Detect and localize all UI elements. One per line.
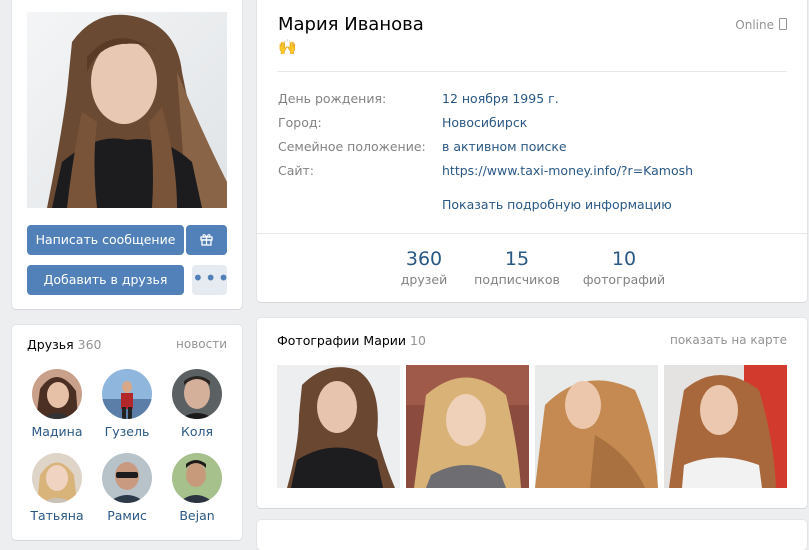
info-value[interactable]: 12 ноября 1995 г. [442,91,559,106]
friend-item[interactable]: Bejan [167,453,227,523]
mobile-icon [779,18,787,30]
divider [277,71,787,72]
counter-label: друзей [400,272,448,287]
photo-thumbnail[interactable] [277,365,400,488]
photo-thumbnail[interactable] [664,365,787,488]
online-status: Online [735,18,787,32]
friend-name[interactable]: Рамис [97,508,157,523]
counter-photos[interactable]: 10 фотографий [579,248,669,287]
friend-name[interactable]: Гузель [97,424,157,439]
show-on-map-link[interactable]: показать на карте [670,333,787,347]
photos-title: Фотографии Марии [277,333,407,348]
counter-friends[interactable]: 360 друзей [379,248,469,287]
profile-name: Мария Иванова [278,14,424,35]
info-label: Сайт: [278,163,315,178]
counter-value: 360 [405,248,443,270]
friend-avatar[interactable] [32,369,82,419]
friend-name[interactable]: Bejan [167,508,227,523]
add-friend-button[interactable]: Добавить в друзья [27,265,184,295]
photos-card: Фотографии Марии 10 показать на карте [257,318,807,508]
friend-name[interactable]: Мадина [27,424,87,439]
friends-card: Друзья 360 новости Мадина Гузель Коля Тат… [12,325,242,540]
info-label: Город: [278,115,322,130]
friend-item[interactable]: Коля [167,369,227,439]
photos-header[interactable]: Фотографии Марии 10 [277,333,426,348]
friend-avatar[interactable] [102,453,152,503]
online-label: Online [735,18,774,32]
friends-count: 360 [77,337,102,352]
friend-item[interactable]: Гузель [97,369,157,439]
profile-info-card: Мария Иванова 🙌 Online День рождения: 12… [257,0,807,302]
status-emoji[interactable]: 🙌 [278,38,297,56]
more-actions-button[interactable]: ••• [192,265,229,295]
friend-item[interactable]: Татьяна [27,453,87,523]
photos-count: 10 [410,333,426,348]
friend-name[interactable]: Коля [167,424,227,439]
friends-title: Друзья [27,337,74,352]
friend-avatar[interactable] [102,369,152,419]
divider [257,233,807,234]
info-label: Семейное положение: [278,139,426,154]
friend-avatar[interactable] [172,369,222,419]
profile-avatar[interactable] [27,12,227,208]
photo-thumbnail[interactable] [535,365,658,488]
counter-label: подписчиков [474,272,560,287]
friends-news-link[interactable]: новости [176,337,227,351]
gift-icon [200,234,213,246]
gift-button[interactable] [186,225,227,255]
show-details-link[interactable]: Показать подробную информацию [442,197,672,212]
info-label: День рождения: [278,91,387,106]
friend-item[interactable]: Мадина [27,369,87,439]
info-value[interactable]: Новосибирск [442,115,527,130]
website-link[interactable]: https://www.taxi-money.info/?r=Kamosh [442,163,693,178]
friend-name[interactable]: Татьяна [27,508,87,523]
counter-value: 15 [504,248,530,270]
friend-avatar[interactable] [172,453,222,503]
friend-avatar[interactable] [32,453,82,503]
friends-header[interactable]: Друзья 360 [27,337,102,352]
send-message-button[interactable]: Написать сообщение [27,225,184,255]
friend-item[interactable]: Рамис [97,453,157,523]
info-value[interactable]: в активном поиске [442,139,567,154]
counter-value: 10 [611,248,637,270]
avatar-card: Написать сообщение Добавить в друзья ••• [12,0,242,309]
counter-followers[interactable]: 15 подписчиков [472,248,562,287]
counter-label: фотографий [582,272,666,287]
photo-thumbnail[interactable] [406,365,529,488]
next-section-card [257,520,807,550]
